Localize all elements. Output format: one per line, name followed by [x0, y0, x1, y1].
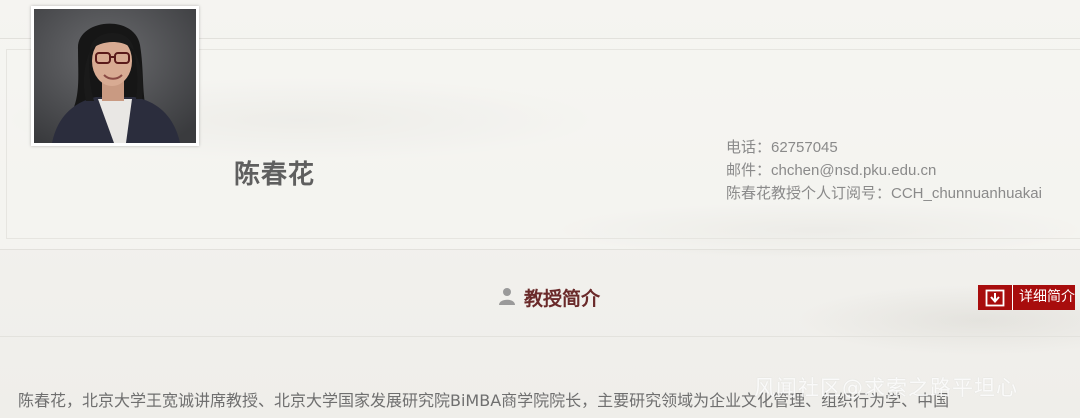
watermark: 风闻社区@求索之路平坦心 [754, 376, 1018, 400]
person-icon [498, 287, 516, 309]
profile-photo [31, 6, 199, 146]
subscription-line: 陈春花教授个人订阅号：CCH_chunnuanhuakai [726, 185, 1042, 202]
download-icon [978, 285, 1013, 310]
professor-name: 陈春花 [234, 160, 316, 190]
email-line: 邮件：chchen@nsd.pku.edu.cn [726, 162, 937, 179]
portrait-image [34, 9, 196, 143]
contact-info: 电话：62757045 邮件：chchen@nsd.pku.edu.cn 陈春花… [726, 136, 1042, 205]
detailed-bio-label: 详细简介 [1019, 289, 1075, 305]
section-title: 教授简介 [524, 288, 601, 310]
detailed-bio-button[interactable]: 详细简介 [978, 285, 1075, 310]
phone-line: 电话：62757045 [726, 139, 838, 156]
section-header: 教授简介 [498, 284, 600, 311]
divider [0, 336, 1080, 337]
